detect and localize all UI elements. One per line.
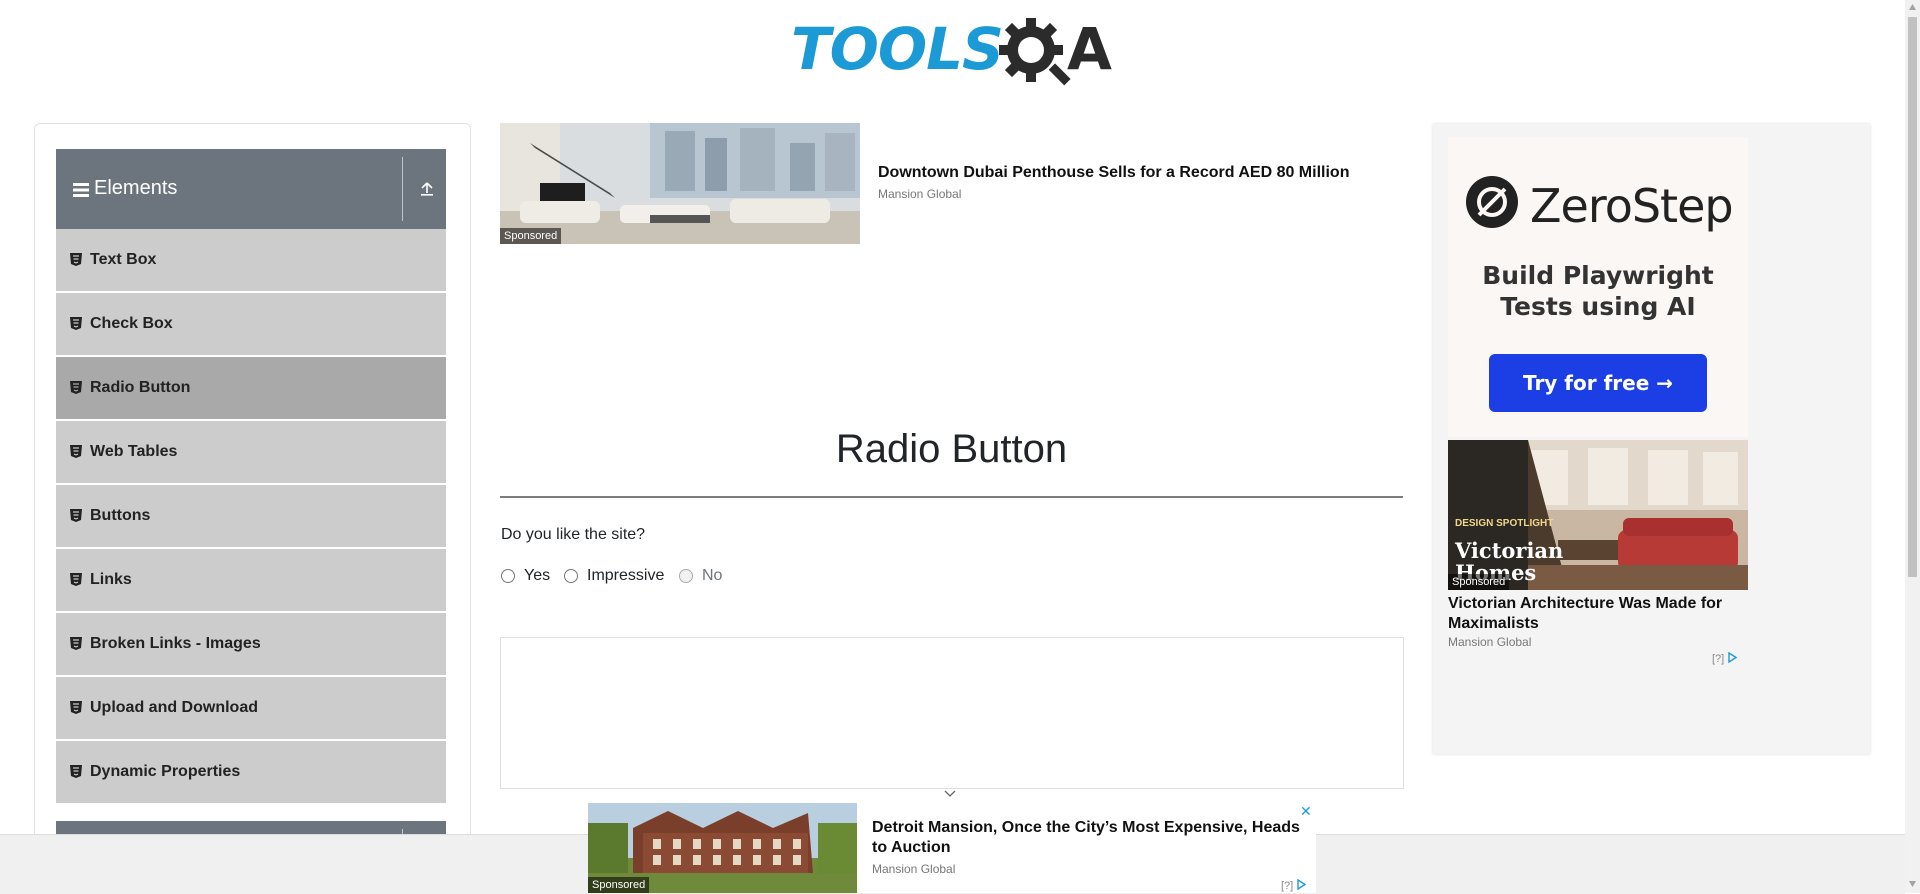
title-divider (500, 496, 1403, 498)
penthouse-photo (500, 123, 860, 244)
ad-top-source: Mansion Global (878, 187, 962, 201)
sidebar-item-dynamic-properties[interactable]: Dynamic Properties (56, 741, 446, 805)
victorian-ad-source: Mansion Global (1448, 635, 1532, 649)
sidebar-item-links[interactable]: Links (56, 549, 446, 613)
sponsored-tag: Sponsored (1448, 574, 1510, 590)
chevron-down-icon[interactable] (943, 789, 957, 799)
radio-impressive[interactable]: Impressive (564, 566, 664, 586)
scrollbar-thumb[interactable] (1908, 17, 1917, 577)
html5-icon (70, 445, 82, 458)
radio-yes[interactable]: Yes (501, 566, 550, 586)
victorian-kicker: DESIGN SPOTLIGHT (1455, 518, 1554, 529)
ad-top-image[interactable]: Sponsored (500, 123, 860, 244)
sponsored-tag: Sponsored (588, 877, 650, 893)
gear-magnifier-icon (999, 18, 1071, 86)
radio-no-input (679, 569, 693, 583)
adchoices-icon[interactable] (1727, 651, 1738, 664)
sidebar-item-label: Links (90, 571, 132, 588)
html5-icon (70, 381, 82, 394)
zerostep-tagline-line2: Tests using AI (1500, 292, 1696, 321)
zerostep-tagline-line1: Build Playwright (1482, 261, 1714, 290)
adchoices-help[interactable]: [?] (1712, 653, 1724, 665)
sidebar-item-buttons[interactable]: Buttons (56, 485, 446, 549)
ad-placeholder-box (500, 637, 1404, 789)
radio-impressive-label[interactable]: Impressive (587, 567, 664, 585)
zerostep-ad[interactable]: ZeroStep Build Playwright Tests using AI… (1448, 137, 1748, 437)
sidebar-item-label: Radio Button (90, 379, 191, 396)
radio-yes-input[interactable] (501, 569, 515, 583)
page-title: Radio Button (835, 427, 1068, 471)
bottom-ad[interactable]: Sponsored Detroit Mansion, Once the City… (588, 801, 1316, 893)
adchoices[interactable]: [?] (1281, 878, 1307, 892)
victorian-ad-image[interactable]: DESIGN SPOTLIGHT Victorian Homes Sponsor… (1448, 440, 1748, 590)
sidebar-item-radio-button[interactable]: Radio Button (56, 357, 446, 421)
collapse-icon[interactable] (419, 180, 435, 196)
html5-icon (70, 509, 82, 522)
victorian-ad-headline[interactable]: Victorian Architecture Was Made for Maxi… (1448, 594, 1748, 634)
vertical-scrollbar[interactable] (1905, 0, 1920, 893)
radio-no-label: No (702, 567, 723, 584)
sidebar-item-text-box[interactable]: Text Box (56, 229, 446, 293)
radio-question: Do you like the site? (501, 526, 646, 543)
adchoices-help[interactable]: [?] (1281, 880, 1293, 892)
sidebar-item-broken-links-images[interactable]: Broken Links - Images (56, 613, 446, 677)
bottom-ad-headline[interactable]: Detroit Mansion, Once the City’s Most Ex… (872, 818, 1302, 858)
sidebar-item-upload-and-download[interactable]: Upload and Download (56, 677, 446, 741)
sidebar-item-label: Web Tables (90, 443, 178, 460)
sidebar-item-label: Buttons (90, 507, 151, 524)
bottom-ad-image[interactable]: Sponsored (588, 803, 857, 893)
try-for-free-button[interactable]: Try for free → (1489, 354, 1707, 412)
close-icon[interactable]: ✕ (1300, 803, 1312, 820)
logo-text-a: A (1067, 15, 1112, 83)
menu-icon (73, 183, 89, 197)
html5-icon (70, 253, 82, 266)
sidebar-group-elements[interactable]: Elements (56, 149, 446, 229)
bottom-ad-source: Mansion Global (872, 862, 956, 876)
adchoices[interactable]: [?] (1712, 651, 1738, 665)
sidebar-item-label: Broken Links - Images (90, 635, 261, 652)
scroll-down-icon[interactable] (1908, 880, 1917, 888)
html5-icon (70, 573, 82, 586)
zerostep-logo-icon (1466, 176, 1518, 228)
html5-icon (70, 701, 82, 714)
zerostep-tagline: Build Playwright Tests using AI (1448, 260, 1748, 322)
sponsored-tag: Sponsored (500, 228, 562, 244)
ad-top-headline[interactable]: Downtown Dubai Penthouse Sells for a Rec… (878, 164, 1349, 182)
scroll-up-icon[interactable] (1908, 3, 1917, 11)
radio-yes-label[interactable]: Yes (524, 567, 550, 585)
radio-no: No (679, 566, 722, 586)
sidebar-item-label: Upload and Download (90, 699, 258, 716)
sidebar-item-label: Dynamic Properties (90, 763, 241, 780)
zerostep-brand: ZeroStep (1530, 179, 1734, 233)
html5-icon (70, 637, 82, 650)
html5-icon (70, 765, 82, 778)
logo-text-tools: TOOLS (791, 15, 1004, 83)
radio-impressive-input[interactable] (564, 569, 578, 583)
adchoices-icon[interactable] (1296, 878, 1307, 891)
sidebar-group-title: Elements (94, 177, 178, 199)
sidebar-item-label: Check Box (90, 315, 173, 332)
sidebar-item-check-box[interactable]: Check Box (56, 293, 446, 357)
header-divider (402, 157, 403, 221)
toolsqa-logo[interactable]: TOOLS A (791, 14, 1116, 94)
sidebar-item-web-tables[interactable]: Web Tables (56, 421, 446, 485)
html5-icon (70, 317, 82, 330)
sidebar-item-label: Text Box (90, 251, 157, 268)
